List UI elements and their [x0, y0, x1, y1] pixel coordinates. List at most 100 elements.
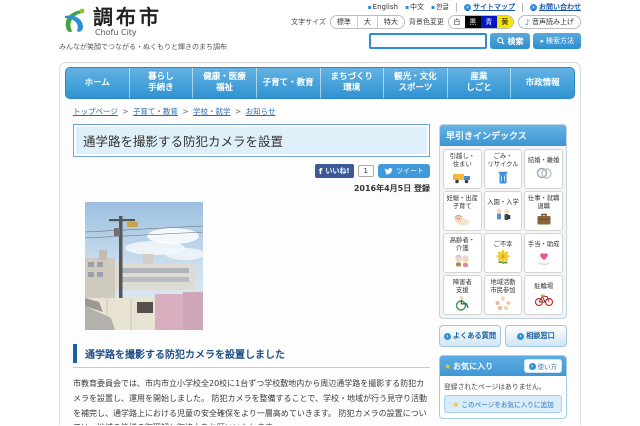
- index-item-trash-recycle[interactable]: ごみ・ リサイクル: [483, 149, 523, 189]
- lang-bullet-icon: ▪: [404, 4, 410, 11]
- elderly-couple-icon: [455, 254, 470, 268]
- favorites-box: ★ お気に入り › 使い方 登録されたページはありません。 ★ このページをお気…: [439, 355, 567, 419]
- bicycle-icon: [534, 294, 553, 307]
- star-icon: ★: [452, 399, 460, 409]
- index-item-disability-support[interactable]: 障害者 支援: [443, 275, 482, 315]
- section-heading: 通学路を撮影する防犯カメラを設置しました: [73, 344, 430, 363]
- sidebar-buttons: › よくある質問 › 相談窓口: [439, 325, 567, 347]
- lang-link-korean[interactable]: ▪한글: [431, 2, 449, 12]
- index-item-work-employment[interactable]: 仕事・就職 退職: [524, 191, 563, 231]
- index-item-bereavement[interactable]: ご不幸: [483, 233, 523, 273]
- social-buttons: f いいね! 1 ツイート: [73, 164, 430, 178]
- logo-text: 調布市 Chofu City: [93, 6, 162, 37]
- search-button[interactable]: 検索: [490, 33, 531, 49]
- quick-index: 早引きインデックス 引越し・ 住まい ごみ・ リサイクル 結婚・離婚 妊娠・出産…: [439, 124, 567, 319]
- search-method-button[interactable]: ▸ 検索方法: [533, 33, 581, 49]
- divider: [522, 2, 523, 12]
- font-size-standard[interactable]: 標準: [330, 16, 358, 28]
- circle-arrow-icon: ›: [443, 332, 451, 340]
- heart-in-hands-icon: [537, 253, 550, 266]
- article-body: 市教育委員会では、市内市立小学校全20校に1台ずつ学校敷地内から周辺通学路を撮影…: [73, 379, 427, 425]
- bg-chip-yellow[interactable]: 黄: [496, 16, 513, 28]
- font-size-xlarge[interactable]: 特大: [377, 16, 404, 28]
- lang-bullet-icon: ▪: [431, 4, 436, 11]
- breadcrumb-childcare[interactable]: 子育て・教育: [133, 107, 178, 116]
- bg-color-label: 背景色変更: [408, 18, 444, 26]
- circle-arrow-icon: ›: [464, 3, 471, 11]
- breadcrumb-separator: >: [182, 107, 189, 116]
- like-count: 1: [357, 165, 374, 177]
- search-input[interactable]: [369, 33, 488, 49]
- utility-row-links: ▪English ▪中文 ▪한글 › サイトマップ › お問い合わせ: [291, 2, 581, 12]
- circle-arrow-icon: ›: [530, 3, 537, 11]
- contact-link[interactable]: › お問い合わせ: [530, 2, 581, 12]
- favorites-empty-text: 登録されたページはありません。: [444, 383, 546, 391]
- nav-city-environment[interactable]: まちづくり 環境: [320, 68, 385, 98]
- header-utilities: ▪English ▪中文 ▪한글 › サイトマップ › お問い合わせ 文字サイズ 標…: [291, 2, 581, 49]
- registration-date: 2016年4月5日 登録: [353, 184, 430, 193]
- breadcrumb-top[interactable]: トップページ: [73, 107, 118, 116]
- circle-arrow-icon: ›: [517, 332, 525, 340]
- nav-living-procedures[interactable]: 暮らし 手続き: [129, 68, 194, 98]
- index-item-pregnancy-childcare[interactable]: 妊娠・出産 子育て: [443, 191, 482, 231]
- accessibility-row: 文字サイズ 標準 大 特大 背景色変更 白 黒 青 黄 ♪ 音声読み上げ: [291, 15, 581, 29]
- nav-industry-work[interactable]: 産業 しごと: [447, 68, 512, 98]
- breadcrumb-separator: >: [234, 107, 242, 116]
- consultation-button[interactable]: › 相談窓口: [505, 325, 567, 347]
- global-nav: ホーム 暮らし 手続き 健康・医療 福祉 子育て・教育 まちづくり 環境 観光・…: [65, 67, 575, 99]
- index-item-marriage-divorce[interactable]: 結婚・離婚: [524, 149, 563, 189]
- nav-tourism-culture-sports[interactable]: 観光・文化 スポーツ: [384, 68, 448, 98]
- school-children-icon: [496, 209, 511, 221]
- nav-childcare-education[interactable]: 子育て・教育: [256, 68, 321, 98]
- facebook-icon: f: [318, 166, 323, 176]
- bg-chip-blue[interactable]: 青: [480, 16, 497, 28]
- bg-chip-black[interactable]: 黒: [464, 16, 481, 28]
- index-item-school-admission[interactable]: 入園・入学: [483, 191, 523, 231]
- font-size-large[interactable]: 大: [357, 16, 378, 28]
- site-name: 調布市: [93, 5, 162, 29]
- moving-truck-icon: [453, 174, 471, 184]
- favorites-usage-button[interactable]: › 使い方: [523, 359, 562, 373]
- sidebar: 早引きインデックス 引越し・ 住まい ごみ・ リサイクル 結婚・離婚 妊娠・出産…: [439, 124, 567, 425]
- content-area: トップページ > 子育て・教育 > 学校・就学 > お知らせ 通学路を撮影する防…: [65, 99, 575, 425]
- faq-button[interactable]: › よくある質問: [439, 325, 501, 347]
- lang-link-chinese[interactable]: ▪中文: [405, 2, 424, 12]
- text-to-speech-button[interactable]: ♪ 音声読み上げ: [517, 15, 581, 29]
- index-item-moving-housing[interactable]: 引越し・ 住まい: [443, 149, 482, 189]
- twitter-icon: [384, 168, 393, 175]
- nav-health-welfare[interactable]: 健康・医療 福祉: [193, 68, 257, 98]
- star-icon: ★: [444, 361, 452, 371]
- tweet-button[interactable]: ツイート: [378, 164, 430, 178]
- nav-home[interactable]: ホーム: [66, 68, 130, 98]
- index-item-community-participation[interactable]: 地域活動 市民参加: [483, 275, 523, 315]
- bg-chip-white[interactable]: 白: [448, 16, 465, 28]
- favorites-title: ★ お気に入り: [444, 361, 494, 371]
- index-item-bicycle-parking[interactable]: 駐輪場: [524, 275, 563, 315]
- breadcrumb-news[interactable]: お知らせ: [246, 107, 276, 116]
- article-photo-security-camera-street: [85, 202, 203, 330]
- trash-can-icon: [498, 171, 508, 184]
- circle-arrow-icon: ›: [528, 362, 536, 370]
- sitemap-link[interactable]: › サイトマップ: [464, 2, 515, 12]
- add-to-favorites-button[interactable]: ★ このページをお気に入りに追加: [444, 395, 562, 413]
- font-size-group: 標準 大 特大: [329, 15, 405, 29]
- favorites-header: ★ お気に入り › 使い方: [440, 356, 566, 376]
- facebook-like-button[interactable]: f いいね!: [314, 164, 354, 178]
- site-header: 調布市 Chofu City みんなが笑顔でつながる・ぬくもりと輝きのまち調布 …: [59, 0, 581, 62]
- lang-link-english[interactable]: ▪English: [368, 3, 398, 11]
- page-title: 通学路を撮影する防犯カメラを設置: [73, 124, 430, 157]
- breadcrumb-separator: >: [122, 107, 129, 116]
- wedding-rings-icon: [536, 168, 552, 179]
- search-row: 検索 ▸ 検索方法: [291, 33, 581, 49]
- lang-bullet-icon: ▪: [367, 4, 372, 11]
- breadcrumb-school[interactable]: 学校・就学: [193, 107, 231, 116]
- favorites-body: 登録されたページはありません。 ★ このページをお気に入りに追加: [440, 376, 566, 418]
- arrow-bullet-icon: ▸: [540, 38, 544, 45]
- divider: [73, 367, 430, 368]
- index-item-elderly-care[interactable]: 高齢者・ 介護: [443, 233, 482, 273]
- chofu-logo-icon: [65, 8, 85, 33]
- index-item-allowance-subsidy[interactable]: 手当・助成: [524, 233, 563, 273]
- page: 調布市 Chofu City みんなが笑顔でつながる・ぬくもりと輝きのまち調布 …: [59, 0, 581, 425]
- font-size-label: 文字サイズ: [291, 18, 326, 26]
- nav-city-government[interactable]: 市政情報: [511, 68, 574, 98]
